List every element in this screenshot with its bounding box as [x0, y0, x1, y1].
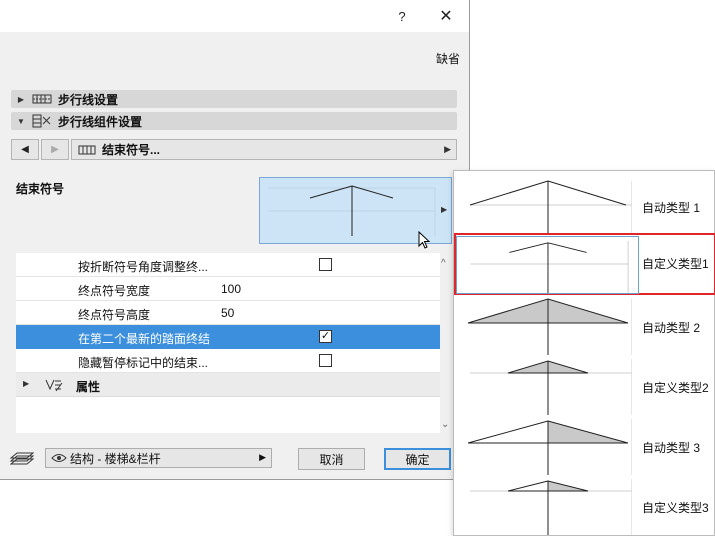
chevron-right-icon: ▶ — [259, 452, 266, 462]
page-select[interactable]: 结束符号... ▶ — [71, 139, 457, 160]
title-bar: ? ✕ — [0, 0, 469, 32]
symbol-option-label: 自定义类型1 — [642, 257, 709, 271]
expand-triangle-icon: ▶ — [17, 94, 25, 104]
attributes-label: 属性 — [76, 380, 101, 394]
page-select-value: 结束符号... — [102, 143, 161, 157]
collapse-triangle-icon: ▼ — [17, 116, 25, 126]
symbol-option-auto-type-3[interactable]: 自动类型 3 — [454, 417, 715, 477]
panel-walkline-component-settings[interactable]: ▼ 步行线组件设置 — [11, 112, 457, 130]
layer-select[interactable]: 结构 - 楼梯&栏杆 ▶ — [45, 448, 272, 468]
symbol-option-label: 自定义类型3 — [642, 501, 709, 515]
symbol-option-auto-type-1[interactable]: 自动类型 1 — [454, 177, 715, 237]
panel-walkline-settings[interactable]: ▶ 步行线设置 — [11, 90, 457, 108]
scroll-up-icon[interactable]: ^ — [441, 258, 446, 269]
symbol-option-label: 自动类型 2 — [642, 321, 701, 335]
setting-checkbox[interactable] — [319, 258, 332, 271]
setting-value[interactable]: 50 — [221, 306, 234, 320]
symbol-thumbnail — [456, 236, 639, 294]
scroll-down-icon[interactable]: ⌄ — [441, 419, 449, 430]
chevron-right-icon: ▶ — [441, 205, 448, 214]
setting-checkbox-checked[interactable]: ✓ — [319, 330, 332, 343]
panel-walkline-component-settings-label: 步行线组件设置 — [58, 114, 143, 129]
attributes-icon — [45, 379, 63, 392]
setting-label: 终点符号宽度 — [78, 284, 151, 298]
help-button[interactable]: ? — [382, 0, 422, 32]
settings-table: 按折断符号角度调整终... 终点符号宽度 100 终点符号高度 50 在第二个最… — [16, 253, 440, 433]
settings-row-selected[interactable]: 在第二个最新的踏面终结 ✓ — [16, 325, 440, 349]
symbol-thumbnail — [467, 419, 632, 475]
symbol-thumbnail — [467, 298, 632, 355]
symbol-thumbnail — [469, 180, 632, 235]
symbol-option-auto-type-2[interactable]: 自动类型 2 — [454, 297, 715, 357]
cancel-button[interactable]: 取消 — [298, 448, 365, 470]
symbol-option-label: 自定义类型2 — [642, 381, 709, 395]
setting-checkbox[interactable] — [319, 354, 332, 367]
ok-button[interactable]: 确定 — [384, 448, 451, 470]
symbol-thumbnail — [470, 479, 632, 535]
settings-row[interactable]: 终点符号宽度 100 — [16, 277, 440, 301]
symbol-option-label: 自动类型 3 — [642, 441, 701, 455]
symbol-option-custom-type-1[interactable]: 自定义类型1 — [454, 233, 715, 295]
walkline-icon — [32, 94, 52, 104]
chevron-right-icon: ▶ — [444, 144, 451, 154]
settings-row[interactable]: 终点符号高度 50 — [16, 301, 440, 325]
setting-label: 在第二个最新的踏面终结 — [78, 332, 211, 346]
close-button[interactable]: ✕ — [426, 0, 466, 32]
end-symbol-label: 结束符号 — [16, 182, 65, 196]
symbol-thumbnail — [470, 359, 632, 415]
previous-page-button[interactable]: ◀ — [11, 139, 39, 160]
symbol-option-custom-type-3[interactable]: 自定义类型3 — [454, 477, 715, 536]
settings-row[interactable]: 隐藏暂停标记中的结束... — [16, 349, 440, 373]
layer-select-value: 结构 - 楼梯&栏杆 — [70, 451, 161, 466]
setting-label: 终点符号高度 — [78, 308, 151, 322]
panel-walkline-settings-label: 步行线设置 — [58, 92, 119, 107]
expand-triangle-icon: ▶ — [23, 379, 30, 388]
setting-label: 隐藏暂停标记中的结束... — [78, 356, 209, 370]
settings-row[interactable]: 按折断符号角度调整终... — [16, 253, 440, 277]
walkline-component-icon — [32, 114, 51, 128]
symbol-option-custom-type-2[interactable]: 自定义类型2 — [454, 357, 715, 417]
attributes-group-row[interactable]: ▶ 属性 — [16, 373, 440, 397]
next-page-button[interactable]: ▶ — [41, 139, 69, 160]
symbol-option-label: 自动类型 1 — [642, 201, 701, 215]
eye-icon — [51, 454, 67, 462]
setting-value[interactable]: 100 — [221, 282, 241, 296]
end-symbol-type-popup: 自动类型 1 自定义类型1 自动类型 2 自定义类型2 自动类型 3 自定义类型… — [453, 170, 715, 536]
walkline-settings-dialog: ? ✕ 缺省 ▶ 步行线设置 ▼ 步行线组件设置 ◀ ▶ 结束符号... ▶ 结… — [0, 0, 470, 480]
setting-label: 按折断符号角度调整终... — [78, 260, 209, 274]
layers-icon — [9, 452, 35, 465]
mouse-cursor-icon — [418, 231, 431, 249]
walkline-icon — [78, 145, 96, 154]
default-label: 缺省 — [436, 52, 461, 66]
page-navigator: ◀ ▶ 结束符号... ▶ — [11, 139, 457, 160]
